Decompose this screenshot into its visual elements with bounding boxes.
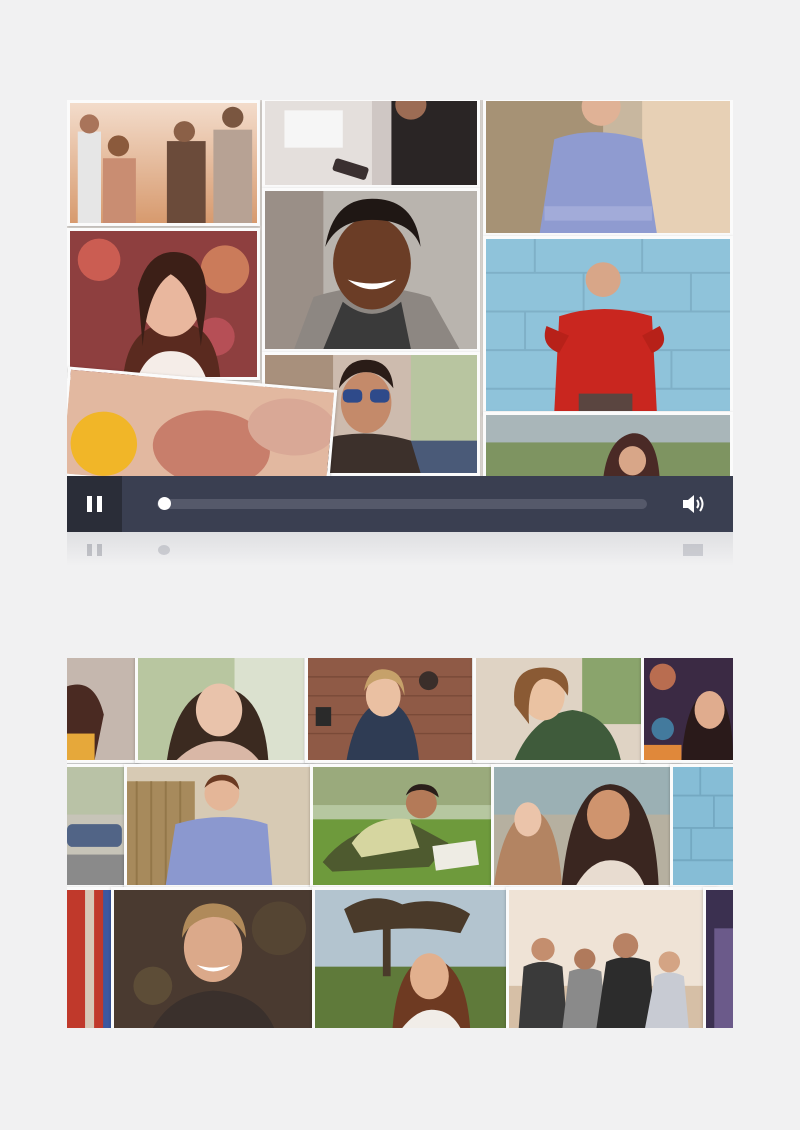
photo-woman-field [483, 412, 733, 476]
photo-woman-brick-wall [305, 658, 475, 763]
photo-woman-tree-sunlight [312, 887, 509, 1028]
video-player [67, 100, 733, 532]
photo-group-of-friends [67, 100, 260, 226]
photo-man-with-phone [262, 100, 480, 188]
photo-asian-woman-smiling [135, 658, 307, 763]
pause-button[interactable] [67, 476, 122, 532]
photo-man-plaid-shirt-wall [124, 764, 314, 888]
photo-man-writing-grass [310, 764, 494, 888]
volume-button[interactable] [681, 492, 707, 516]
photo-gallery [67, 658, 733, 1028]
progress-track[interactable] [157, 499, 647, 509]
player-control-bar [67, 476, 733, 532]
photo-two-women-laughing [491, 764, 681, 888]
photo-woman-curly-hair [262, 188, 480, 352]
photo-woman-neon-lights [641, 658, 733, 763]
photo-woman-partial-left [67, 658, 139, 763]
volume-icon [683, 495, 704, 513]
photo-young-man-smiling [111, 887, 315, 1028]
photo-partial-right-portrait [703, 887, 733, 1028]
photo-woman-laughing-green [473, 658, 645, 763]
video-frame[interactable] [67, 100, 733, 476]
photo-man-red-sweater [483, 236, 733, 414]
photo-blue-brick-wall [670, 764, 733, 888]
photo-group-of-men [506, 887, 718, 1028]
photo-man-plaid-shirt [483, 100, 733, 236]
photo-woman-city-lights [67, 228, 260, 380]
progress-knob[interactable] [158, 497, 171, 510]
player-reflection [67, 532, 733, 566]
